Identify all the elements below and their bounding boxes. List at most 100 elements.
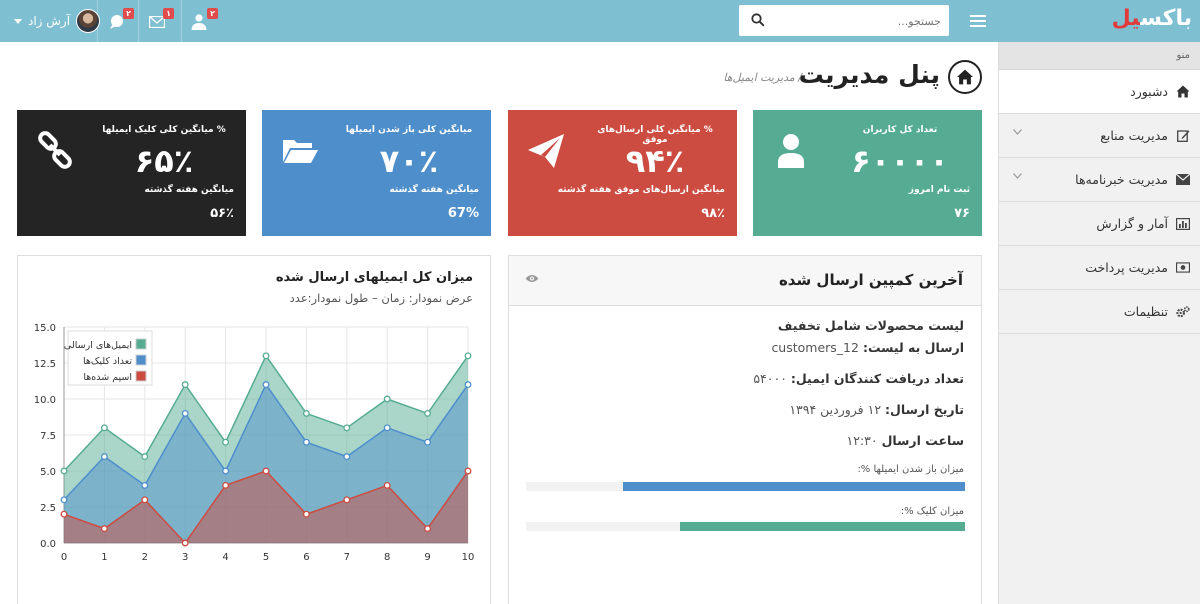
search-input[interactable] — [781, 11, 941, 31]
data-point — [60, 496, 68, 504]
navbar-divider — [181, 0, 182, 42]
data-point — [100, 453, 108, 461]
date-label: تاریخ ارسال: — [885, 402, 964, 417]
sidebar-item-label: مدیریت خبرنامه‌ها — [1075, 172, 1168, 187]
tile-sub-label: میانگین هفته گذشته — [389, 185, 479, 195]
chart-subtitle: عرض نمودار: زمان – طول نمودار:عدد — [289, 291, 473, 305]
x-tick-label: 4 — [222, 552, 228, 563]
data-point — [464, 467, 472, 475]
tile-sub-value: ۷۶ — [954, 206, 970, 221]
data-point — [383, 395, 391, 403]
data-point — [343, 424, 351, 432]
recipients-value: ۵۴۰۰۰ — [753, 371, 787, 386]
caret-down-icon — [14, 18, 22, 24]
brand-logo[interactable]: باکسیل — [1112, 6, 1193, 31]
tile-label: % میانگین کلی کلیک ایمیلها — [102, 125, 226, 135]
recipients-label: تعداد دریافت کنندگان ایمیل: — [790, 371, 964, 386]
eye-icon[interactable] — [525, 274, 539, 283]
notifications-messages-button[interactable]: ۲ — [106, 8, 136, 34]
data-point — [262, 381, 270, 389]
sidebar-item-newsletters[interactable]: مدیریت خبرنامه‌ها — [999, 158, 1200, 202]
user-icon — [778, 134, 804, 168]
hamburger-icon — [970, 15, 986, 27]
sidebar-item-reports[interactable]: آمار و گزارش — [999, 202, 1200, 246]
top-navbar: باکسیل ۲ ۱ ۲ آرش زاد — [0, 0, 1200, 42]
sidebar-item-dashboard[interactable]: دشبورد — [999, 70, 1200, 114]
data-point — [141, 453, 149, 461]
sidebar: منو دشبورد مدیریت منابع مدیریت خبرنامه‌ه… — [998, 42, 1200, 604]
navbar-divider — [138, 0, 139, 42]
tile-sub-value: ۹۸٪ — [701, 206, 725, 221]
breadcrumb[interactable]: / مدیریت ایمیل‌ها — [723, 71, 802, 84]
data-point — [464, 381, 472, 389]
x-tick-label: 6 — [303, 552, 309, 563]
sidebar-item-label: تنظیمات — [1123, 304, 1168, 319]
legend-label: ایمیل‌های ارسالی — [64, 340, 132, 351]
notifications-users-button[interactable]: ۲ — [188, 8, 218, 34]
data-point — [424, 409, 432, 417]
chart-title: میزان کل ایمیلهای ارسال شده — [275, 270, 473, 285]
data-point — [262, 467, 270, 475]
notification-badge: ۱ — [163, 8, 174, 19]
tile-label: تعداد کل کاربران — [862, 125, 938, 135]
data-point — [424, 438, 432, 446]
x-tick-label: 5 — [263, 552, 269, 563]
data-point — [100, 525, 108, 533]
x-tick-label: 3 — [182, 552, 188, 563]
data-point — [302, 510, 310, 518]
time-value: ۱۲:۳۰ — [846, 433, 878, 448]
tile-sub-label: میانگین هفته گذشته — [144, 185, 234, 195]
home-icon[interactable] — [948, 60, 982, 94]
sidebar-item-resources[interactable]: مدیریت منابع — [999, 114, 1200, 158]
data-point — [181, 381, 189, 389]
tile-value: ۹۴٪ — [625, 142, 685, 180]
sidebar-item-settings[interactable]: تنظیمات — [999, 290, 1200, 334]
data-point — [222, 481, 230, 489]
money-icon — [1176, 261, 1190, 275]
panel-header: آخرین کمپین ارسال شده — [509, 256, 981, 306]
legend-swatch — [135, 370, 147, 382]
data-point — [222, 467, 230, 475]
sidebar-item-label: دشبورد — [1130, 84, 1168, 99]
notifications-mail-button[interactable]: ۱ — [148, 8, 178, 34]
y-tick-label: 5.0 — [40, 467, 56, 478]
search-box — [739, 5, 949, 36]
campaign-name: لیست محصولات شامل تخفیف — [777, 318, 964, 333]
y-tick-label: 0.0 — [40, 539, 56, 550]
tile-sub-label: ثبت نام امروز — [908, 185, 970, 195]
legend-label: اسپم شده‌ها — [83, 372, 132, 383]
y-tick-label: 7.5 — [40, 431, 56, 442]
tile-sub-label: میانگین ارسال‌های موفق هفته گذشته — [557, 185, 725, 195]
folder-open-icon — [283, 140, 318, 163]
tile-sub-value: 67% — [447, 206, 479, 221]
list-label: ارسال به لیست: — [862, 340, 964, 355]
data-point — [181, 409, 189, 417]
data-point — [464, 352, 472, 360]
data-point — [302, 409, 310, 417]
tile-sub-value: ۵۶٪ — [210, 206, 234, 221]
tile-label: میانگین کلی باز شدن ایمیلها — [345, 125, 473, 135]
area-chart: 0.0 2.5 5.0 7.5 10.0 12.5 15.0 0 1 2 3 4 5 6 7 8 9 10 ایمی… — [34, 323, 475, 563]
data-point — [222, 438, 230, 446]
data-point — [100, 424, 108, 432]
click-rate-progress — [526, 522, 965, 531]
sidebar-item-label: آمار و گزارش — [1096, 216, 1168, 231]
user-menu[interactable]: آرش زاد — [14, 9, 101, 33]
stat-tile-delivery: % میانگین کلی ارسال‌های موفق ۹۴٪ میانگین… — [508, 110, 737, 236]
tile-value: ۷۰٪ — [379, 142, 439, 180]
avatar — [76, 9, 101, 33]
envelope-icon — [1176, 173, 1190, 187]
sidebar-item-payments[interactable]: مدیریت پرداخت — [999, 246, 1200, 290]
link-icon — [38, 131, 72, 169]
last-campaign-panel: آخرین کمپین ارسال شده لیست محصولات شامل … — [508, 255, 982, 604]
panel-title: آخرین کمپین ارسال شده — [778, 271, 963, 289]
data-point — [181, 539, 189, 547]
stat-tile-users: تعداد کل کاربران ۶۰۰۰۰ ثبت نام امروز ۷۶ — [753, 110, 982, 236]
sidebar-item-label: مدیریت پرداخت — [1085, 260, 1168, 275]
user-name: آرش زاد — [28, 14, 71, 28]
x-tick-label: 10 — [462, 552, 475, 563]
search-icon[interactable] — [751, 13, 765, 27]
list-value: customers_12 — [771, 340, 859, 355]
menu-toggle-button[interactable] — [958, 0, 998, 42]
y-tick-label: 15.0 — [34, 323, 56, 334]
